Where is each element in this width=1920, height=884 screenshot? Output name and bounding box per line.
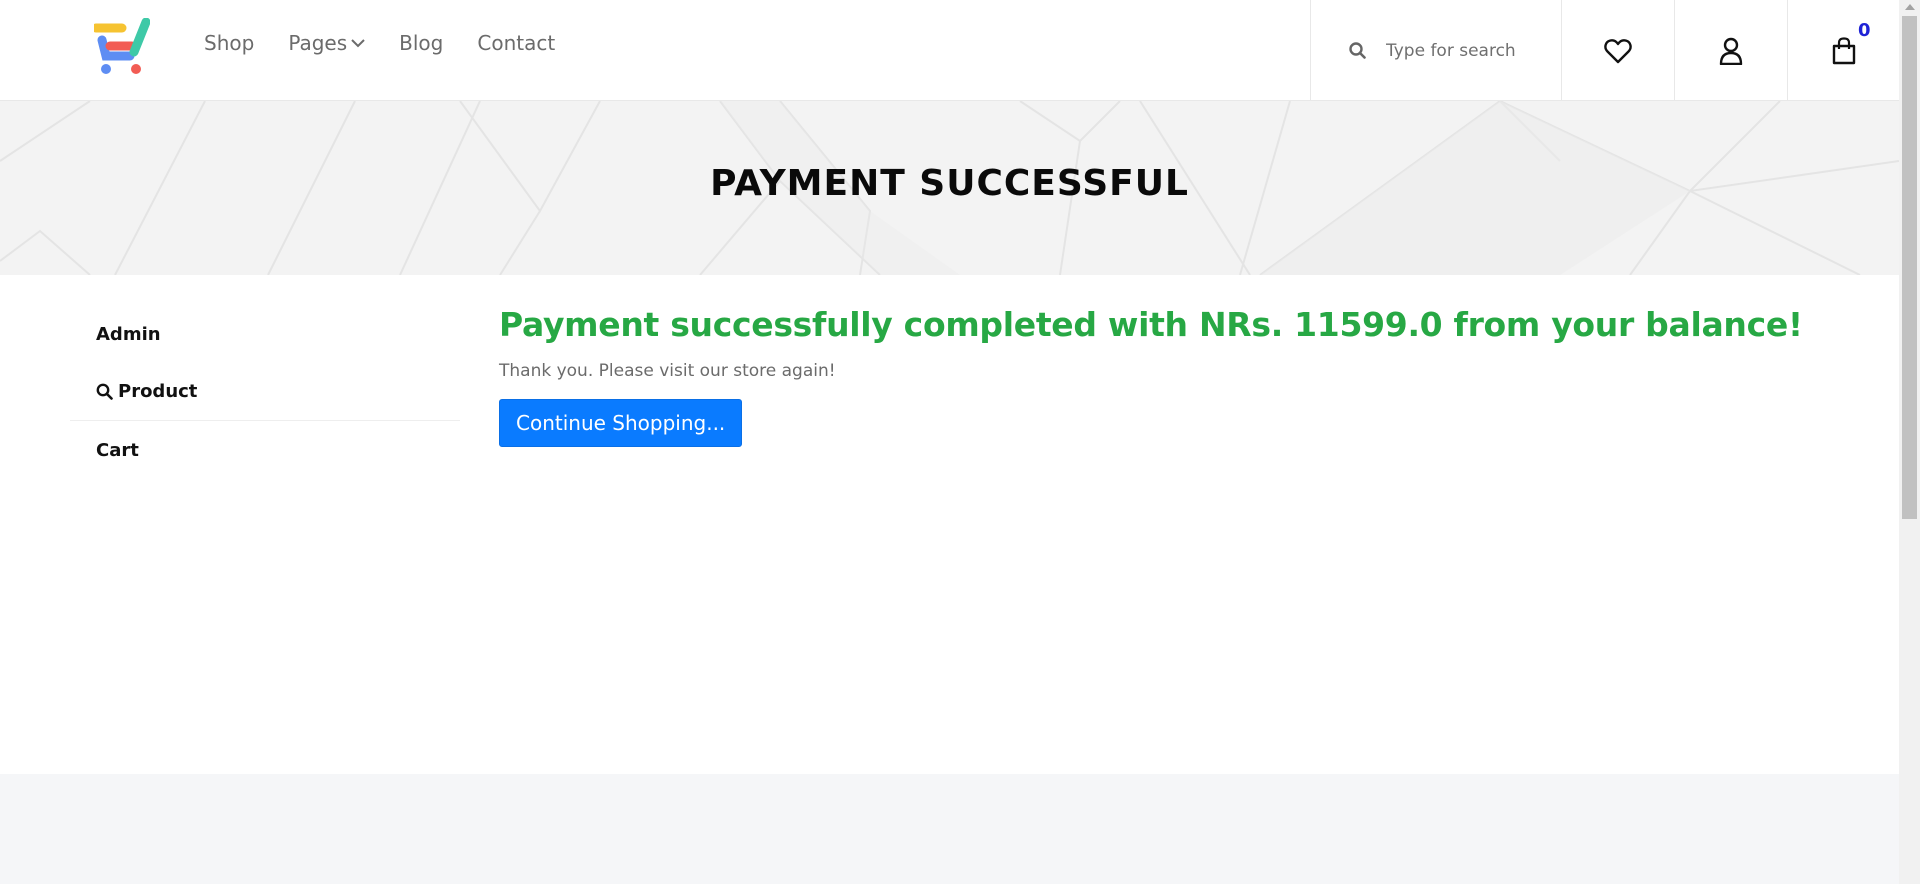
- logo-cart-icon[interactable]: [91, 17, 151, 76]
- site-header: Shop Pages Blog Contact 0: [0, 0, 1899, 101]
- search-icon[interactable]: [1349, 42, 1366, 59]
- nav-shop[interactable]: Shop: [204, 31, 254, 55]
- sidebar: Admin Product Cart: [70, 305, 460, 479]
- nav-pages[interactable]: Pages: [288, 31, 365, 55]
- page-title: PAYMENT SUCCESSFUL: [710, 163, 1189, 204]
- main-content: Payment successfully completed with NRs.…: [499, 305, 1879, 447]
- main-nav: Shop Pages Blog Contact: [204, 31, 589, 55]
- chevron-down-icon: [351, 39, 365, 48]
- footer-area: [0, 774, 1899, 884]
- scroll-up-arrow-icon[interactable]: [1905, 4, 1915, 10]
- sidebar-item-label: Product: [118, 381, 198, 402]
- user-icon: [1719, 37, 1743, 65]
- page-banner: PAYMENT SUCCESSFUL: [0, 101, 1899, 275]
- payment-success-message: Payment successfully completed with NRs.…: [499, 305, 1803, 344]
- nav-blog-label: Blog: [399, 31, 444, 55]
- wishlist-button[interactable]: [1561, 0, 1674, 101]
- sidebar-item-admin[interactable]: Admin: [70, 305, 460, 363]
- search-box: [1310, 0, 1561, 101]
- search-input[interactable]: [1386, 40, 1546, 61]
- search-icon: [96, 383, 113, 400]
- cart-button[interactable]: 0: [1787, 0, 1899, 101]
- nav-contact-label: Contact: [477, 31, 556, 55]
- sidebar-item-cart[interactable]: Cart: [70, 421, 460, 479]
- continue-shopping-button[interactable]: Continue Shopping...: [499, 399, 743, 447]
- account-button[interactable]: [1674, 0, 1787, 101]
- nav-contact[interactable]: Contact: [477, 31, 555, 55]
- scrollbar-thumb[interactable]: [1902, 16, 1917, 519]
- cart-count-badge: 0: [1858, 20, 1871, 41]
- sidebar-item-label: Admin: [96, 323, 161, 345]
- heart-icon: [1604, 38, 1632, 63]
- nav-pages-label: Pages: [288, 31, 348, 55]
- nav-shop-label: Shop: [204, 31, 255, 55]
- page-scrollbar[interactable]: [1899, 0, 1920, 884]
- sidebar-item-product[interactable]: Product: [70, 363, 460, 421]
- thank-you-text: Thank you. Please visit our store again!: [499, 361, 836, 381]
- shopping-bag-icon: [1832, 36, 1855, 64]
- sidebar-item-label: Cart: [96, 439, 139, 461]
- nav-blog[interactable]: Blog: [399, 31, 443, 55]
